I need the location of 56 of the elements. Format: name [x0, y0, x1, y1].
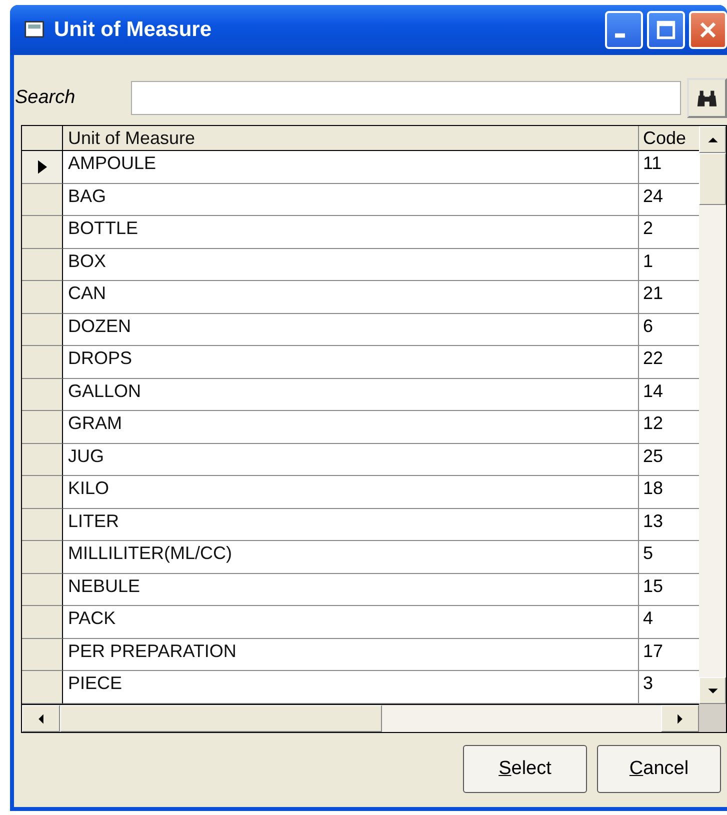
scrollbar-corner	[699, 704, 726, 732]
scroll-thumb[interactable]	[699, 153, 726, 205]
row-selector[interactable]	[22, 346, 63, 378]
table-cell: LITER	[63, 508, 639, 541]
scroll-right-button[interactable]	[661, 705, 699, 732]
cancel-button[interactable]: Cancel	[597, 745, 721, 793]
search-field[interactable]	[131, 81, 681, 115]
row-selector[interactable]	[22, 248, 63, 281]
table-cell: GRAM	[63, 411, 639, 444]
horizontal-scrollbar[interactable]	[22, 704, 699, 732]
close-button[interactable]	[689, 11, 727, 49]
table-cell: BOTTLE	[63, 216, 639, 248]
table-cell: DROPS	[63, 346, 639, 378]
minimize-button[interactable]	[605, 11, 643, 49]
column-header[interactable]: Unit of Measure	[63, 126, 639, 151]
row-selector[interactable]	[22, 508, 63, 541]
table-cell: PER PREPARATION	[63, 638, 639, 671]
scroll-left-button[interactable]	[22, 705, 60, 732]
scroll-up-button[interactable]	[699, 126, 726, 153]
table-cell: KILO	[63, 476, 639, 508]
row-selector[interactable]	[22, 606, 63, 638]
row-selector[interactable]	[22, 216, 63, 248]
table-cell: BOX	[63, 248, 639, 281]
current-row-icon	[38, 160, 46, 174]
row-selector[interactable]	[22, 378, 63, 411]
table-cell: MILLILITER(ML/CC)	[63, 541, 639, 574]
table-cell: JUG	[63, 444, 639, 476]
row-selector[interactable]	[22, 281, 63, 314]
row-selector[interactable]	[22, 184, 63, 216]
maximize-button[interactable]	[647, 11, 685, 49]
window-icon	[24, 20, 46, 40]
row-selector[interactable]	[22, 411, 63, 444]
minimize-icon	[615, 33, 625, 38]
search-label: Search	[14, 87, 76, 109]
table-cell: AMPOULE	[63, 151, 639, 184]
table-cell: NEBULE	[63, 574, 639, 606]
table-cell: DOZEN	[63, 314, 639, 346]
row-selector[interactable]	[22, 444, 63, 476]
scroll-thumb[interactable]	[60, 705, 382, 732]
row-selector[interactable]	[22, 314, 63, 346]
row-selector[interactable]	[22, 574, 63, 606]
table-cell: BAG	[63, 184, 639, 216]
row-selector[interactable]	[22, 541, 63, 574]
row-selector[interactable]	[22, 476, 63, 508]
column-header[interactable]: Code	[639, 126, 699, 151]
row-selector[interactable]	[22, 671, 63, 704]
window-title: Unit of Measure	[54, 18, 213, 42]
row-selector[interactable]	[22, 151, 63, 184]
vertical-scrollbar[interactable]	[699, 126, 726, 704]
scroll-down-button[interactable]	[699, 677, 726, 704]
select-button[interactable]: Select	[463, 745, 587, 793]
table-cell: GALLON	[63, 378, 639, 411]
table-cell: CAN	[63, 281, 639, 314]
row-selector[interactable]	[22, 638, 63, 671]
table-cell: PACK	[63, 606, 639, 638]
find-button[interactable]	[687, 78, 727, 118]
